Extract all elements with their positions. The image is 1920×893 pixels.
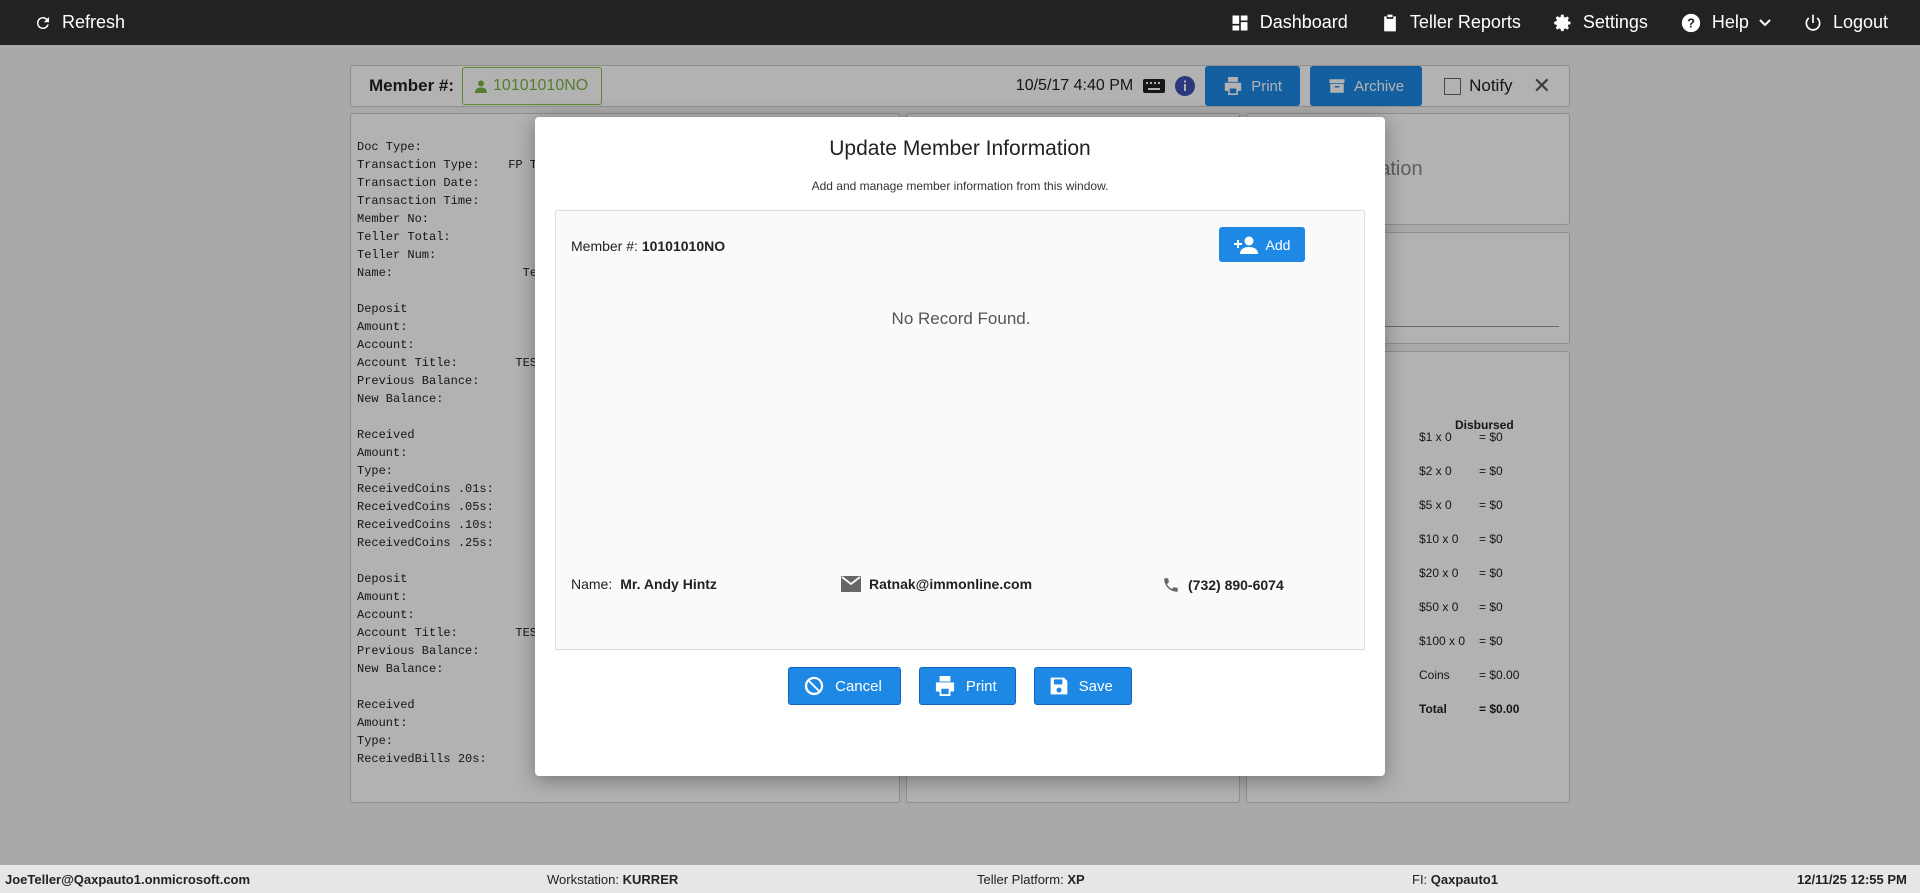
nav-dashboard[interactable]: Dashboard xyxy=(1230,12,1348,33)
status-workstation-label: Workstation: xyxy=(547,872,620,887)
modal-member-number: 10101010NO xyxy=(641,238,726,254)
modal-print-button[interactable]: Print xyxy=(918,667,1016,705)
add-user-icon xyxy=(1233,236,1258,254)
nav-settings-label: Settings xyxy=(1582,12,1648,32)
nav-logout-label: Logout xyxy=(1832,12,1888,32)
status-user: JoeTeller@Qaxpauto1.onmicrosoft.com xyxy=(5,872,250,887)
modal-member-label: Member #: xyxy=(571,238,638,254)
modal-print-label: Print xyxy=(965,677,997,695)
modal-member-row: Member #: 10101010NO xyxy=(571,238,725,254)
modal-title: Update Member Information xyxy=(829,137,1091,160)
main-nav: Dashboard Teller Reports Settings ? Help… xyxy=(1198,0,1888,45)
refresh-icon xyxy=(36,16,49,29)
no-record-message: No Record Found. xyxy=(891,309,1031,328)
save-label: Save xyxy=(1078,677,1113,695)
status-bar: JoeTeller@Qaxpauto1.onmicrosoft.com Work… xyxy=(0,865,1920,893)
update-member-modal: Update Member Information Add and manage… xyxy=(535,117,1385,776)
modal-subtitle: Add and manage member information from t… xyxy=(811,179,1109,193)
cancel-label: Cancel xyxy=(835,677,882,695)
member-email: Ratnak@immonline.com xyxy=(869,576,1033,592)
member-phone: (732) 890-6074 xyxy=(1188,577,1284,593)
nav-dashboard-label: Dashboard xyxy=(1259,12,1348,32)
refresh-label: Refresh xyxy=(62,12,126,32)
phone-icon xyxy=(1164,578,1178,592)
member-name: Mr. Andy Hintz xyxy=(620,576,717,592)
status-datetime-value: 12/11/25 12:55 PM xyxy=(1797,872,1907,887)
clipboard-icon xyxy=(1383,14,1396,31)
svg-text:?: ? xyxy=(1687,15,1695,30)
member-info-card: Member #: 10101010NO Add No Record Found… xyxy=(555,210,1365,650)
save-button[interactable]: Save xyxy=(1033,667,1132,705)
nav-help[interactable]: ? Help xyxy=(1680,12,1771,34)
status-platform-value: XP xyxy=(1067,872,1085,887)
member-phone-row: (732) 890-6074 xyxy=(1162,576,1284,594)
add-member-label: Add xyxy=(1265,236,1291,253)
cancel-button[interactable]: Cancel xyxy=(788,667,901,705)
refresh-button[interactable]: Refresh xyxy=(34,12,125,33)
power-icon xyxy=(1805,14,1821,31)
member-email-row: Ratnak@immonline.com xyxy=(841,576,1032,592)
status-platform: Teller Platform: XP xyxy=(977,872,1085,887)
nav-teller-reports-label: Teller Reports xyxy=(1409,12,1521,32)
nav-settings[interactable]: Settings xyxy=(1553,12,1648,33)
cancel-icon xyxy=(804,676,824,696)
status-fi-value: Qaxpauto1 xyxy=(1430,872,1498,887)
gear-icon xyxy=(1554,14,1571,31)
status-user-value: JoeTeller@Qaxpauto1.onmicrosoft.com xyxy=(5,872,251,887)
chevron-down-icon xyxy=(1759,18,1771,26)
dashboard-icon xyxy=(1232,15,1248,30)
status-platform-label: Teller Platform: xyxy=(977,872,1064,887)
status-fi-label: FI: xyxy=(1412,872,1428,887)
modal-actions: Cancel Print Save xyxy=(535,667,1385,705)
status-workstation: Workstation: KURRER xyxy=(547,872,678,887)
status-datetime: 12/11/25 12:55 PM xyxy=(1797,872,1907,887)
member-name-row: Name: Mr. Andy Hintz xyxy=(571,576,717,592)
printer-icon xyxy=(935,676,954,696)
help-icon: ? xyxy=(1681,13,1701,32)
nav-logout[interactable]: Logout xyxy=(1803,12,1888,33)
floppy-save-icon xyxy=(1050,677,1068,695)
status-fi: FI: Qaxpauto1 xyxy=(1412,872,1498,887)
name-label: Name: xyxy=(571,576,613,592)
add-member-button[interactable]: Add xyxy=(1219,227,1305,262)
mail-icon xyxy=(841,576,861,592)
nav-teller-reports[interactable]: Teller Reports xyxy=(1380,12,1521,33)
top-nav-bar: Refresh Dashboard Teller Reports Setting… xyxy=(0,0,1920,45)
nav-help-label: Help xyxy=(1711,12,1749,32)
status-workstation-value: KURRER xyxy=(622,872,679,887)
